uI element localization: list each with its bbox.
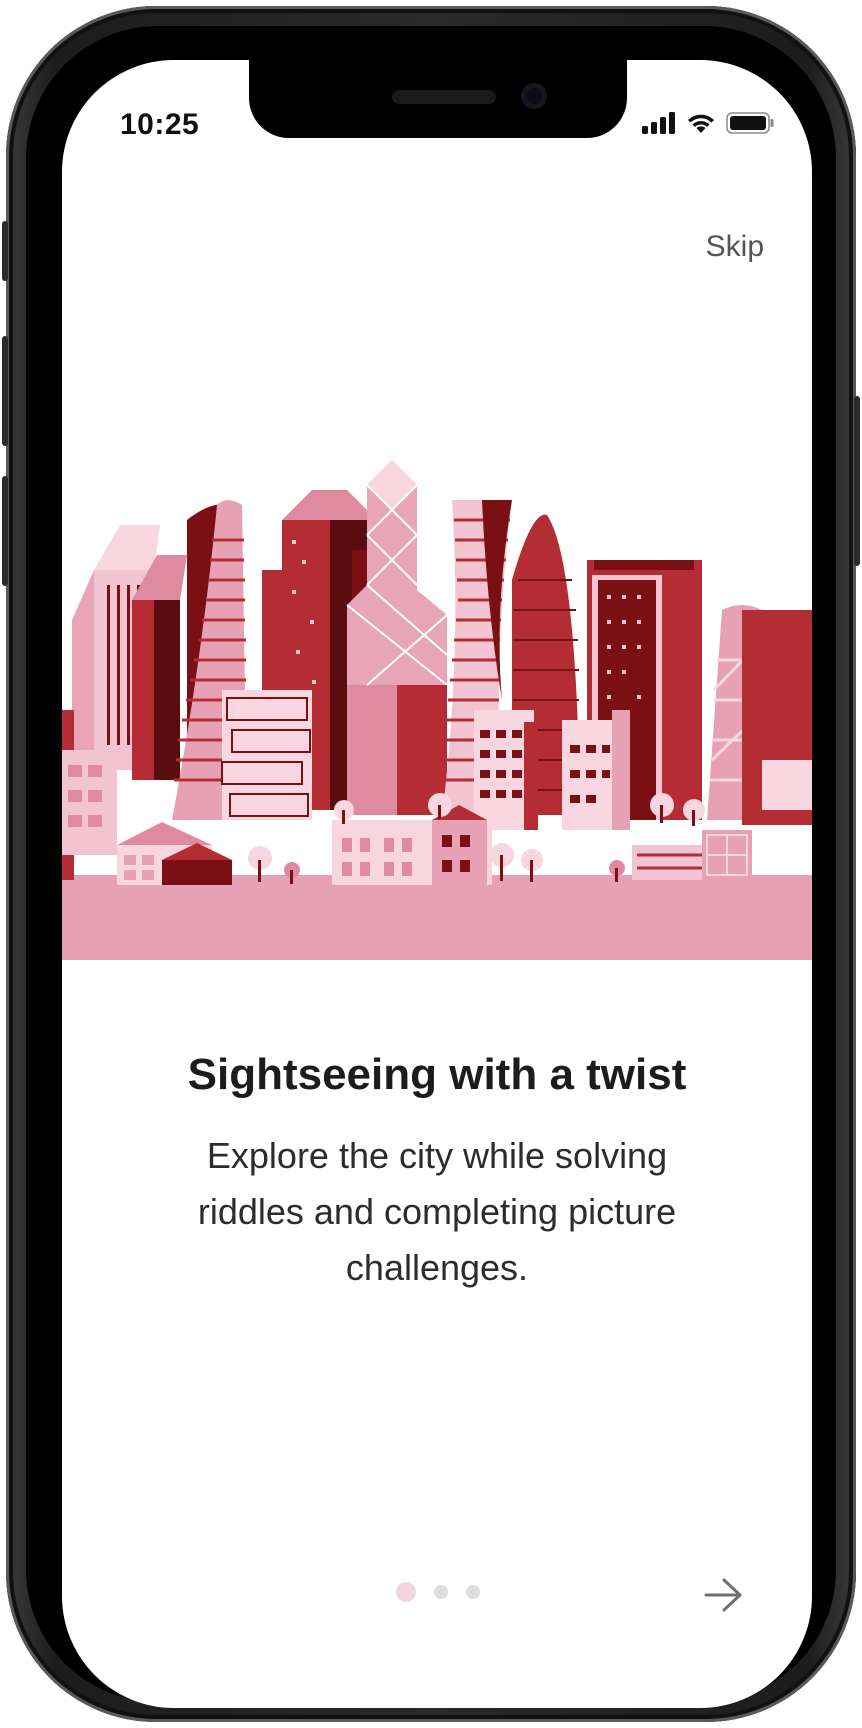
skip-button[interactable]: Skip — [706, 230, 764, 264]
bezel: 10:25 Skip Sightseeing with a twist Expl… — [26, 26, 836, 1708]
volume-up-button — [2, 336, 8, 446]
onboarding-title: Sightseeing with a twist — [187, 1050, 687, 1099]
front-camera — [521, 83, 547, 109]
cellular-signal-icon — [642, 112, 675, 134]
city-skyline-illustration — [62, 460, 812, 960]
notch — [249, 60, 627, 138]
power-button — [854, 396, 860, 566]
wifi-icon — [688, 114, 714, 133]
battery-icon — [726, 112, 774, 134]
arrow-right-icon[interactable] — [702, 1575, 746, 1615]
page-dot-1[interactable] — [396, 1582, 416, 1602]
phone-frame: 10:25 Skip Sightseeing with a twist Expl… — [2, 6, 860, 1722]
page-dot-3[interactable] — [466, 1585, 480, 1599]
screen: 10:25 Skip Sightseeing with a twist Expl… — [62, 60, 812, 1708]
onboarding-description: Explore the city while solving riddles a… — [197, 1135, 677, 1288]
status-icons — [642, 112, 774, 134]
mute-switch — [2, 221, 8, 281]
speaker-grille — [392, 90, 496, 104]
status-time: 10:25 — [120, 108, 200, 141]
page-indicator — [396, 1582, 480, 1602]
page-dot-2[interactable] — [434, 1585, 448, 1599]
volume-down-button — [2, 476, 8, 586]
